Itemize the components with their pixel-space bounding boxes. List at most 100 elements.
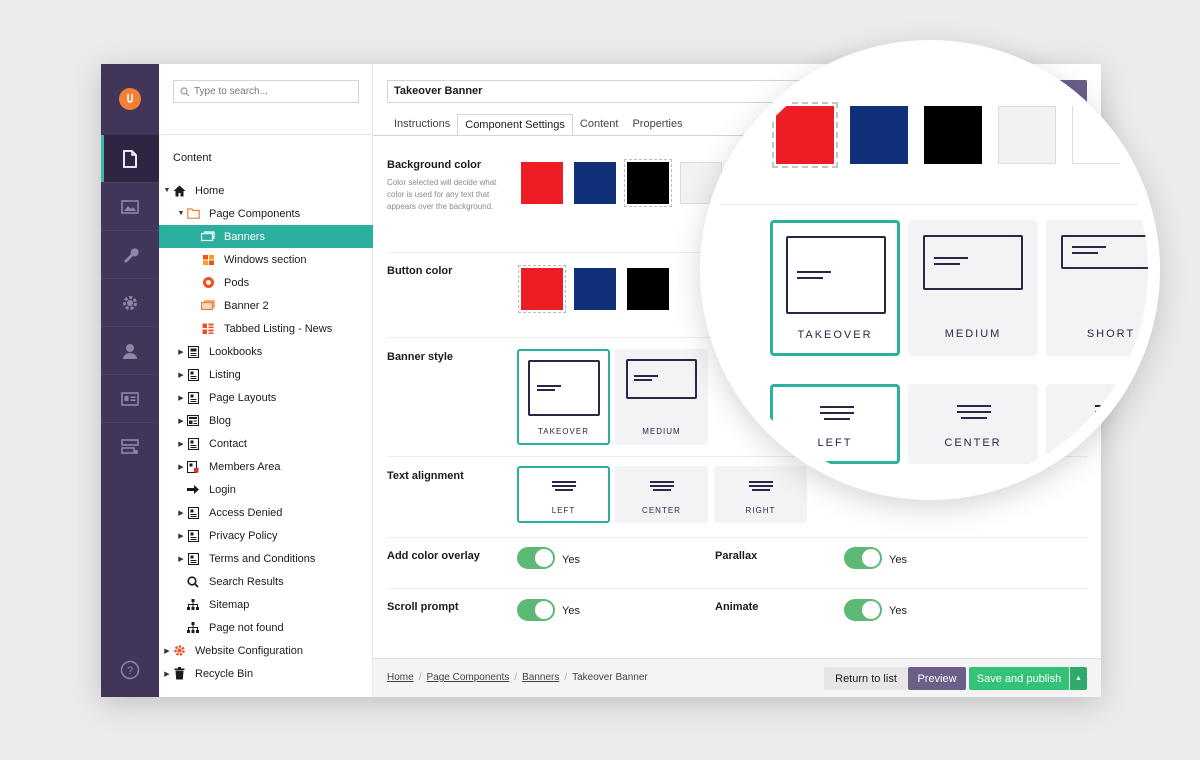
banner-style-takeover[interactable]: TAKEOVER	[517, 349, 610, 445]
search-icon	[186, 575, 200, 589]
tree-node-terms[interactable]: ▶ Terms and Conditions	[159, 547, 373, 570]
page-icon	[186, 552, 200, 566]
breadcrumb-page-components[interactable]: Page Components	[426, 672, 509, 683]
color-overlay-toggle[interactable]	[517, 547, 555, 569]
id-card-icon	[121, 391, 139, 406]
caret-right-icon[interactable]: ▶	[177, 371, 185, 379]
rail-members[interactable]	[101, 374, 159, 422]
rail-developer[interactable]	[101, 278, 159, 326]
tree-node-label: Banners	[224, 230, 265, 243]
tree-node-sitemap[interactable]: Sitemap	[159, 593, 373, 616]
color-swatch	[627, 268, 669, 310]
caret-right-icon[interactable]: ▶	[177, 417, 185, 425]
caret-right-icon[interactable]: ▶	[177, 463, 185, 471]
align-left[interactable]: LEFT	[517, 466, 610, 523]
parallax-toggle[interactable]	[844, 547, 882, 569]
search-box[interactable]	[173, 80, 359, 103]
tab-properties[interactable]: Properties	[625, 114, 689, 136]
page-icon	[186, 391, 200, 405]
windows-icon	[201, 253, 215, 267]
rail-forms[interactable]	[101, 422, 159, 470]
banner-style-medium[interactable]: MEDIUM	[615, 349, 708, 445]
caret-down-icon[interactable]: ▼	[163, 187, 171, 194]
scroll-prompt-toggle[interactable]	[517, 599, 555, 621]
tree-node-login[interactable]: Login	[159, 478, 373, 501]
tabbed-listing-icon	[201, 322, 215, 336]
tree-node-page-layouts[interactable]: ▶ Page Layouts	[159, 386, 373, 409]
rail-media[interactable]	[101, 182, 159, 230]
tree-node-page-components[interactable]: ▼ Page Components	[159, 202, 373, 225]
caret-right-icon[interactable]: ▶	[177, 532, 185, 540]
tree-node-label: Members Area	[209, 460, 281, 473]
tab-component-settings[interactable]: Component Settings	[457, 114, 573, 136]
align-center[interactable]: CENTER	[615, 466, 708, 523]
breadcrumb-banners[interactable]: Banners	[522, 672, 559, 683]
trash-icon	[172, 667, 186, 681]
bg-swatch-red[interactable]	[518, 159, 566, 207]
animate-toggle[interactable]	[844, 599, 882, 621]
parallax-label: Parallax	[715, 550, 758, 562]
caret-right-icon[interactable]: ▶	[163, 647, 171, 655]
caret-right-icon[interactable]: ▶	[177, 394, 185, 402]
preview-button[interactable]: Preview	[908, 667, 966, 690]
rail-settings[interactable]	[101, 230, 159, 278]
btn-swatch-navy[interactable]	[571, 265, 619, 313]
btn-swatch-red[interactable]	[518, 265, 566, 313]
rail-users[interactable]	[101, 326, 159, 374]
tree-node-banner-2[interactable]: Banner 2	[159, 294, 373, 317]
caret-right-icon[interactable]: ▶	[177, 440, 185, 448]
caret-right-icon[interactable]: ▶	[163, 670, 171, 678]
tree-node-page-not-found[interactable]: Page not found	[159, 616, 373, 639]
color-swatch	[521, 268, 563, 310]
btn-swatch-black[interactable]	[624, 265, 672, 313]
tab-content[interactable]: Content	[573, 114, 626, 136]
tree-node-contact[interactable]: ▶ Contact	[159, 432, 373, 455]
arrow-right-icon	[186, 483, 200, 497]
tree-node-privacy-policy[interactable]: ▶ Privacy Policy	[159, 524, 373, 547]
text-line	[797, 277, 823, 279]
search-input[interactable]	[194, 86, 354, 97]
tree-node-pods[interactable]: Pods	[159, 271, 373, 294]
breadcrumb-home[interactable]: Home	[387, 672, 414, 683]
text-line	[555, 489, 573, 491]
text-line	[552, 485, 576, 487]
caret-right-icon[interactable]: ▶	[177, 509, 185, 517]
publish-options-button[interactable]: ▲	[1070, 667, 1087, 690]
save-and-publish-button[interactable]: Save and publish	[969, 667, 1069, 690]
text-line	[957, 411, 991, 413]
page-icon	[186, 529, 200, 543]
tree-node-banners[interactable]: Banners	[159, 225, 373, 248]
help-button[interactable]: ?	[101, 650, 159, 690]
color-swatch	[776, 106, 834, 164]
gear-icon	[172, 644, 186, 658]
tab-instructions[interactable]: Instructions	[387, 114, 457, 136]
rail-content[interactable]	[101, 134, 159, 182]
tree-node-lookbooks[interactable]: ▶ Lookbooks	[159, 340, 373, 363]
tree-node-search-results[interactable]: Search Results	[159, 570, 373, 593]
color-swatch	[850, 106, 908, 164]
bg-swatch-navy[interactable]	[571, 159, 619, 207]
tree-node-tabbed-listing[interactable]: Tabbed Listing - News	[159, 317, 373, 340]
text-line	[537, 385, 561, 387]
align-caption: RIGHT	[745, 506, 776, 515]
text-line	[824, 418, 850, 420]
text-line	[934, 257, 968, 259]
caret-right-icon[interactable]: ▶	[177, 348, 185, 356]
style-caption: MEDIUM	[642, 427, 681, 436]
tree-node-recycle-bin[interactable]: ▶ Recycle Bin	[159, 662, 373, 685]
caret-down-icon[interactable]: ▼	[177, 210, 185, 217]
tree-node-label: Listing	[209, 368, 241, 381]
bg-swatch-black[interactable]	[624, 159, 672, 207]
caret-right-icon[interactable]: ▶	[177, 555, 185, 563]
tree-node-home[interactable]: ▼ Home	[159, 179, 373, 202]
tree-node-blog[interactable]: ▶ Blog	[159, 409, 373, 432]
return-to-list-button[interactable]: Return to list	[824, 667, 908, 690]
tree-node-listing[interactable]: ▶ Listing	[159, 363, 373, 386]
tree-node-access-denied[interactable]: ▶ Access Denied	[159, 501, 373, 524]
tree-node-members-area[interactable]: ▶ Members Area	[159, 455, 373, 478]
logo[interactable]	[101, 64, 159, 134]
tree-node-website-configuration[interactable]: ▶ Website Configuration	[159, 639, 373, 662]
tree-node-windows-section[interactable]: Windows section	[159, 248, 373, 271]
blog-icon	[186, 414, 200, 428]
editor-footer: Home / Page Components / Banners / Takeo…	[373, 658, 1101, 697]
